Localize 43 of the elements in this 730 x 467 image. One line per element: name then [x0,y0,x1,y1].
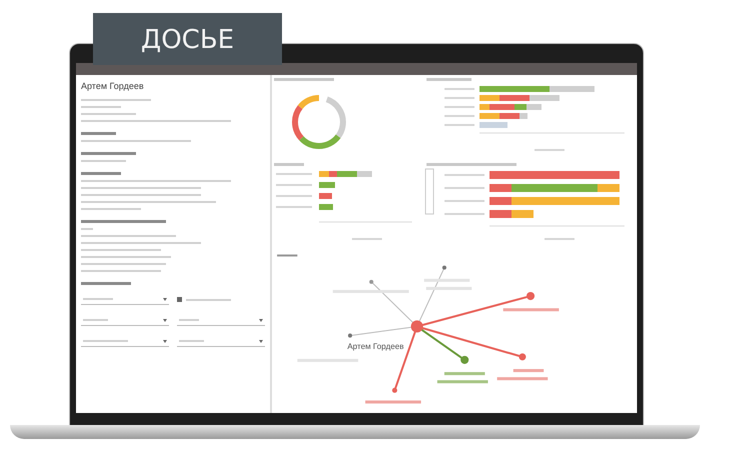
node-dot[interactable] [369,280,374,284]
node-dot[interactable] [348,334,352,338]
node-dot[interactable] [518,353,526,360]
blurred-heading [274,163,304,166]
node-label: Артем Гордеев [347,342,404,351]
bar-segment [319,193,332,199]
node-dot[interactable] [442,266,446,270]
bar-segment [319,204,333,210]
checkbox-icon [177,297,182,302]
blurred-text-line [81,113,136,115]
blurred-heading [81,172,121,175]
blurred-heading [426,78,472,81]
blurred-text-line [81,99,151,101]
legend-box [425,168,434,214]
blurred-heading [81,132,116,135]
caret-icon [259,318,263,322]
blurred-text-line [81,228,93,230]
blurred-label [513,369,544,372]
blurred-label [365,400,422,404]
caret-icon [163,298,167,300]
blurred-label [437,380,488,384]
donut-chart-drawing [292,95,346,149]
node-dot[interactable] [392,388,398,393]
blurred-text-line [81,160,126,162]
bar-segment [480,122,508,128]
blurred-heading [81,152,136,155]
blurred-text-line [81,106,121,108]
caret-icon [259,340,263,342]
blurred-heading [81,282,131,285]
caret-icon [163,340,167,342]
node-dot[interactable] [526,292,535,300]
bar-segment [319,182,335,188]
node-dot[interactable] [460,356,469,364]
caret-icon [163,318,167,322]
blurred-label [444,372,485,376]
section-badge: ДОСЬЕ [93,13,282,65]
blurred-label [503,308,559,312]
blurred-label [497,377,548,380]
blurred-heading [277,254,298,256]
blurred-text-line [81,208,141,210]
blurred-heading [274,78,334,81]
node-dot[interactable] [410,320,424,333]
person-name: Артем Гордеев [81,81,145,91]
